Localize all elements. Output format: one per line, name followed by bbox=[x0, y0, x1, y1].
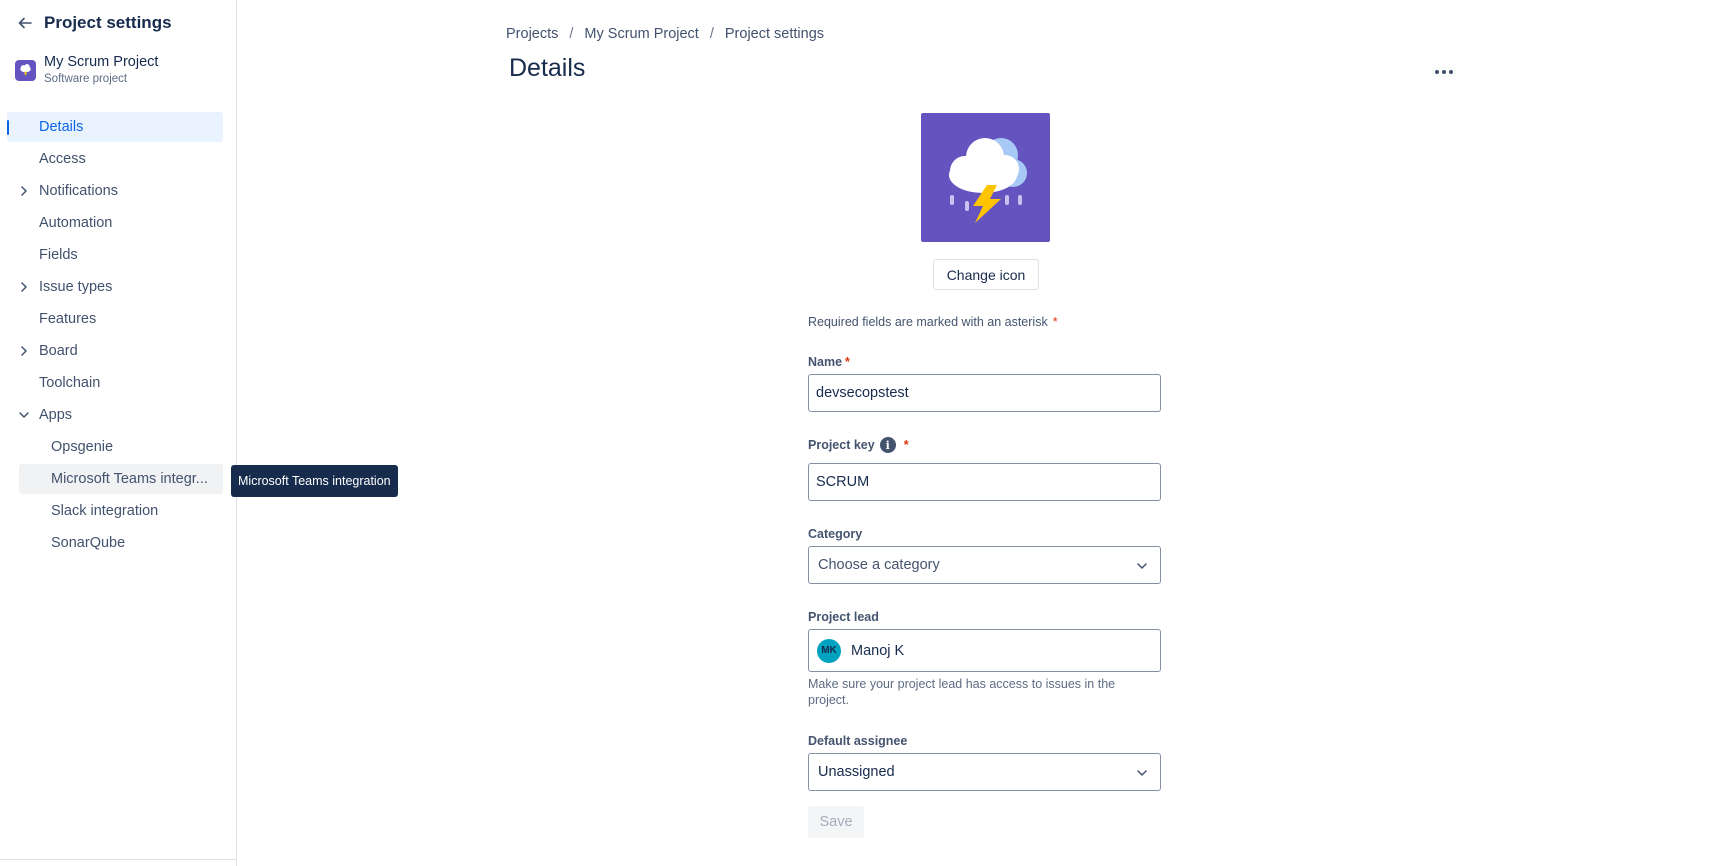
sidebar-header: Project settings bbox=[14, 12, 172, 34]
required-note-text: Required fields are marked with an aster… bbox=[808, 315, 1048, 329]
required-asterisk: * bbox=[903, 438, 909, 452]
change-icon-button[interactable]: Change icon bbox=[933, 259, 1039, 290]
sidebar-item-label: Access bbox=[39, 151, 86, 167]
sidebar-item-microsoft-teams[interactable]: Microsoft Teams integr... bbox=[19, 464, 223, 494]
project-lead-helper: Make sure your project lead has access t… bbox=[808, 677, 1116, 707]
page-title: Details bbox=[509, 54, 586, 82]
name-input[interactable] bbox=[809, 375, 1160, 411]
category-label-text: Category bbox=[808, 527, 863, 541]
sidebar-item-label: Automation bbox=[39, 215, 113, 231]
chevron-right-icon[interactable] bbox=[16, 183, 32, 199]
sidebar-item-details[interactable]: Details bbox=[7, 112, 223, 142]
sidebar-item-label: Opsgenie bbox=[51, 439, 114, 455]
project-lead-label-text: Project lead bbox=[808, 610, 879, 624]
sidebar-item-label: Microsoft Teams integr... bbox=[51, 471, 208, 487]
project-lead-picker[interactable]: MK Manoj K bbox=[808, 629, 1161, 672]
category-placeholder: Choose a category bbox=[818, 557, 940, 573]
sidebar-item-label: Notifications bbox=[39, 183, 118, 199]
sidebar-item-access[interactable]: Access bbox=[7, 144, 223, 174]
project-key-label-text: Project key bbox=[808, 438, 875, 452]
sidebar-item-opsgenie[interactable]: Opsgenie bbox=[7, 432, 223, 462]
sidebar-item-board[interactable]: Board bbox=[7, 336, 223, 366]
sidebar-title: Project settings bbox=[44, 13, 172, 32]
name-field[interactable] bbox=[808, 374, 1161, 412]
sidebar-item-label: SonarQube bbox=[51, 535, 126, 551]
name-label-text: Name bbox=[808, 355, 843, 369]
chevron-right-icon[interactable] bbox=[16, 279, 32, 295]
sidebar-item-label: Board bbox=[39, 343, 78, 359]
breadcrumb: Projects / My Scrum Project / Project se… bbox=[506, 26, 824, 42]
project-name: My Scrum Project bbox=[44, 54, 159, 70]
cloud-storm-icon bbox=[20, 64, 31, 77]
default-assignee-value: Unassigned bbox=[818, 764, 895, 780]
sidebar-item-automation[interactable]: Automation bbox=[7, 208, 223, 238]
sidebar-item-sonarqube[interactable]: SonarQube bbox=[7, 528, 223, 558]
more-actions-button[interactable] bbox=[1427, 60, 1461, 84]
category-label: Category bbox=[808, 527, 862, 541]
project-summary: My Scrum Project Software project bbox=[15, 52, 158, 86]
avatar: MK bbox=[817, 638, 841, 663]
required-fields-note: Required fields are marked with an aster… bbox=[808, 315, 1058, 329]
sidebar-item-slack[interactable]: Slack integration bbox=[7, 496, 223, 526]
project-type: Software project bbox=[44, 73, 128, 85]
project-key-label: Project key i * bbox=[808, 437, 909, 453]
sidebar-item-apps[interactable]: Apps bbox=[7, 400, 223, 430]
sidebar-item-label: Toolchain bbox=[39, 375, 101, 391]
breadcrumb-separator: / bbox=[709, 26, 714, 42]
required-asterisk: * bbox=[1052, 315, 1058, 329]
default-assignee-label-text: Default assignee bbox=[808, 734, 908, 748]
sidebar-item-features[interactable]: Features bbox=[7, 304, 223, 334]
back-arrow-icon[interactable] bbox=[14, 12, 36, 34]
sidebar-item-label: Apps bbox=[39, 407, 73, 423]
required-asterisk: * bbox=[845, 355, 850, 369]
save-button[interactable]: Save bbox=[808, 806, 864, 838]
sidebar-item-label: Slack integration bbox=[51, 503, 159, 519]
breadcrumb-project-settings[interactable]: Project settings bbox=[725, 26, 824, 42]
sidebar-divider bbox=[0, 859, 236, 860]
cloud-storm-icon bbox=[949, 138, 1027, 223]
sidebar-item-label: Features bbox=[39, 311, 97, 327]
category-select[interactable]: Choose a category bbox=[808, 546, 1161, 584]
chevron-down-icon bbox=[1134, 765, 1150, 781]
sidebar: Project settings My Scrum Project Softwa… bbox=[0, 0, 237, 866]
sidebar-item-fields[interactable]: Fields bbox=[7, 240, 223, 270]
sidebar-item-toolchain[interactable]: Toolchain bbox=[7, 368, 223, 398]
project-lead-name: Manoj K bbox=[851, 642, 905, 659]
sidebar-item-label: Issue types bbox=[39, 279, 113, 295]
project-lead-label: Project lead bbox=[808, 610, 879, 624]
breadcrumb-projects[interactable]: Projects bbox=[506, 26, 558, 42]
sidebar-item-label: Details bbox=[39, 119, 84, 135]
project-key-field[interactable] bbox=[808, 463, 1161, 501]
breadcrumb-separator: / bbox=[569, 26, 574, 42]
sidebar-item-issue-types[interactable]: Issue types bbox=[7, 272, 223, 302]
sidebar-item-notifications[interactable]: Notifications bbox=[7, 176, 223, 206]
default-assignee-label: Default assignee bbox=[808, 734, 907, 748]
project-icon bbox=[921, 113, 1050, 242]
name-label: Name * bbox=[808, 355, 850, 369]
settings-nav: Details Access Notifications Automation … bbox=[7, 112, 223, 560]
default-assignee-select[interactable]: Unassigned bbox=[808, 753, 1161, 791]
tooltip: Microsoft Teams integration bbox=[231, 465, 398, 497]
project-key-input[interactable] bbox=[809, 464, 1160, 500]
info-icon[interactable]: i bbox=[879, 437, 896, 453]
chevron-down-icon[interactable] bbox=[16, 407, 32, 423]
chevron-right-icon[interactable] bbox=[16, 343, 32, 359]
breadcrumb-project[interactable]: My Scrum Project bbox=[584, 26, 698, 42]
chevron-down-icon bbox=[1134, 558, 1150, 574]
project-avatar bbox=[15, 60, 36, 81]
more-horizontal-icon bbox=[1435, 70, 1453, 74]
sidebar-item-label: Fields bbox=[39, 247, 78, 263]
